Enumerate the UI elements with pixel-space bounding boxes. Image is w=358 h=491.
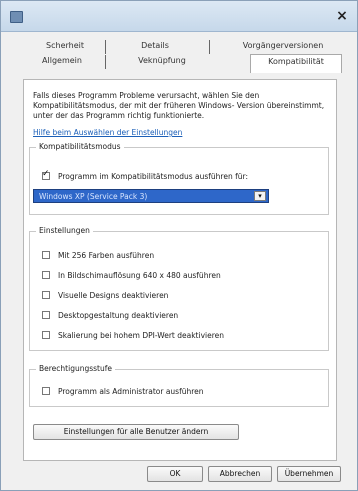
- tab-compatibility[interactable]: Kompatibilität: [253, 57, 339, 67]
- settings-checkbox[interactable]: [42, 331, 50, 339]
- settings-option-desktop-composition[interactable]: Desktopgestaltung deaktivieren: [42, 309, 178, 321]
- settings-group: Einstellungen Mit 256 Farben ausführen I…: [29, 226, 329, 351]
- help-link[interactable]: Hilfe beim Auswählen der Einstellungen: [33, 128, 182, 137]
- title-bar[interactable]: ×: [1, 1, 357, 32]
- settings-option-visual-designs[interactable]: Visuelle Designs deaktivieren: [42, 289, 168, 301]
- settings-option-label: Visuelle Designs deaktivieren: [58, 290, 169, 300]
- tab-separator: [209, 40, 210, 54]
- settings-checkbox[interactable]: [42, 291, 50, 299]
- run-as-admin-checkbox[interactable]: [42, 387, 50, 395]
- tab-previous-versions[interactable]: Vorgängerversionen: [233, 41, 333, 51]
- windows-version-select[interactable]: Windows XP (Service Pack 3) ▾: [33, 189, 269, 203]
- settings-option-640x480[interactable]: In Bildschimauflösung 640 x 480 ausführe…: [42, 269, 221, 281]
- compat-mode-row[interactable]: Programm im Kompatibilitätsmodus ausführ…: [42, 169, 248, 182]
- settings-option-label: Desktopgestaltung deaktivieren: [58, 310, 179, 320]
- privilege-legend: Berechtigungsstufe: [36, 364, 115, 373]
- compat-mode-legend: Kompatibilitätsmodus: [36, 142, 124, 151]
- apply-button[interactable]: Übernehmen: [277, 466, 341, 482]
- properties-dialog: × Scherheit Details Vorgängerversionen A…: [0, 0, 358, 491]
- run-as-admin-row[interactable]: Programm als Administrator ausführen: [42, 385, 204, 397]
- settings-checkbox[interactable]: [42, 311, 50, 319]
- tab-separator: [105, 55, 106, 69]
- tab-security[interactable]: Scherheit: [35, 41, 95, 51]
- settings-legend: Einstellungen: [36, 226, 93, 235]
- ok-button[interactable]: OK: [147, 466, 203, 482]
- compat-mode-label: Programm im Kompatibilitätsmodus ausführ…: [58, 171, 248, 181]
- windows-version-value: Windows XP (Service Pack 3): [39, 192, 148, 201]
- compat-mode-group: Kompatibilitätsmodus Programm im Kompati…: [29, 142, 329, 215]
- intro-text: Falls dieses Programm Probleme verursach…: [33, 91, 325, 120]
- settings-option-label: In Bildschimauflösung 640 x 480 ausführe…: [58, 270, 221, 280]
- settings-option-256-colors[interactable]: Mit 256 Farben ausführen: [42, 249, 154, 261]
- tab-details[interactable]: Details: [125, 41, 185, 51]
- close-icon[interactable]: ×: [334, 8, 350, 24]
- all-users-settings-button[interactable]: Einstellungen für alle Benutzer ändern: [33, 424, 239, 440]
- run-as-admin-label: Programm als Administrator ausführen: [58, 386, 204, 396]
- chevron-down-icon[interactable]: ▾: [254, 191, 266, 201]
- tab-separator: [105, 40, 106, 54]
- tab-strip: Scherheit Details Vorgängerversionen All…: [21, 36, 342, 80]
- settings-option-label: Mit 256 Farben ausführen: [58, 250, 155, 260]
- compat-mode-checkbox[interactable]: [42, 169, 50, 180]
- tab-shortcut[interactable]: Veknüpfung: [125, 56, 199, 66]
- tab-general[interactable]: Allgemein: [31, 56, 93, 66]
- settings-option-dpi-scaling[interactable]: Skalierung bei hohem DPI-Wert deaktivier…: [42, 329, 224, 341]
- app-icon: [10, 11, 23, 23]
- cancel-button[interactable]: Abbrechen: [208, 466, 272, 482]
- settings-option-label: Skalierung bei hohem DPI-Wert deaktivier…: [58, 330, 224, 340]
- settings-checkbox[interactable]: [42, 251, 50, 259]
- settings-checkbox[interactable]: [42, 271, 50, 279]
- privilege-group: Berechtigungsstufe Programm als Administ…: [29, 364, 329, 407]
